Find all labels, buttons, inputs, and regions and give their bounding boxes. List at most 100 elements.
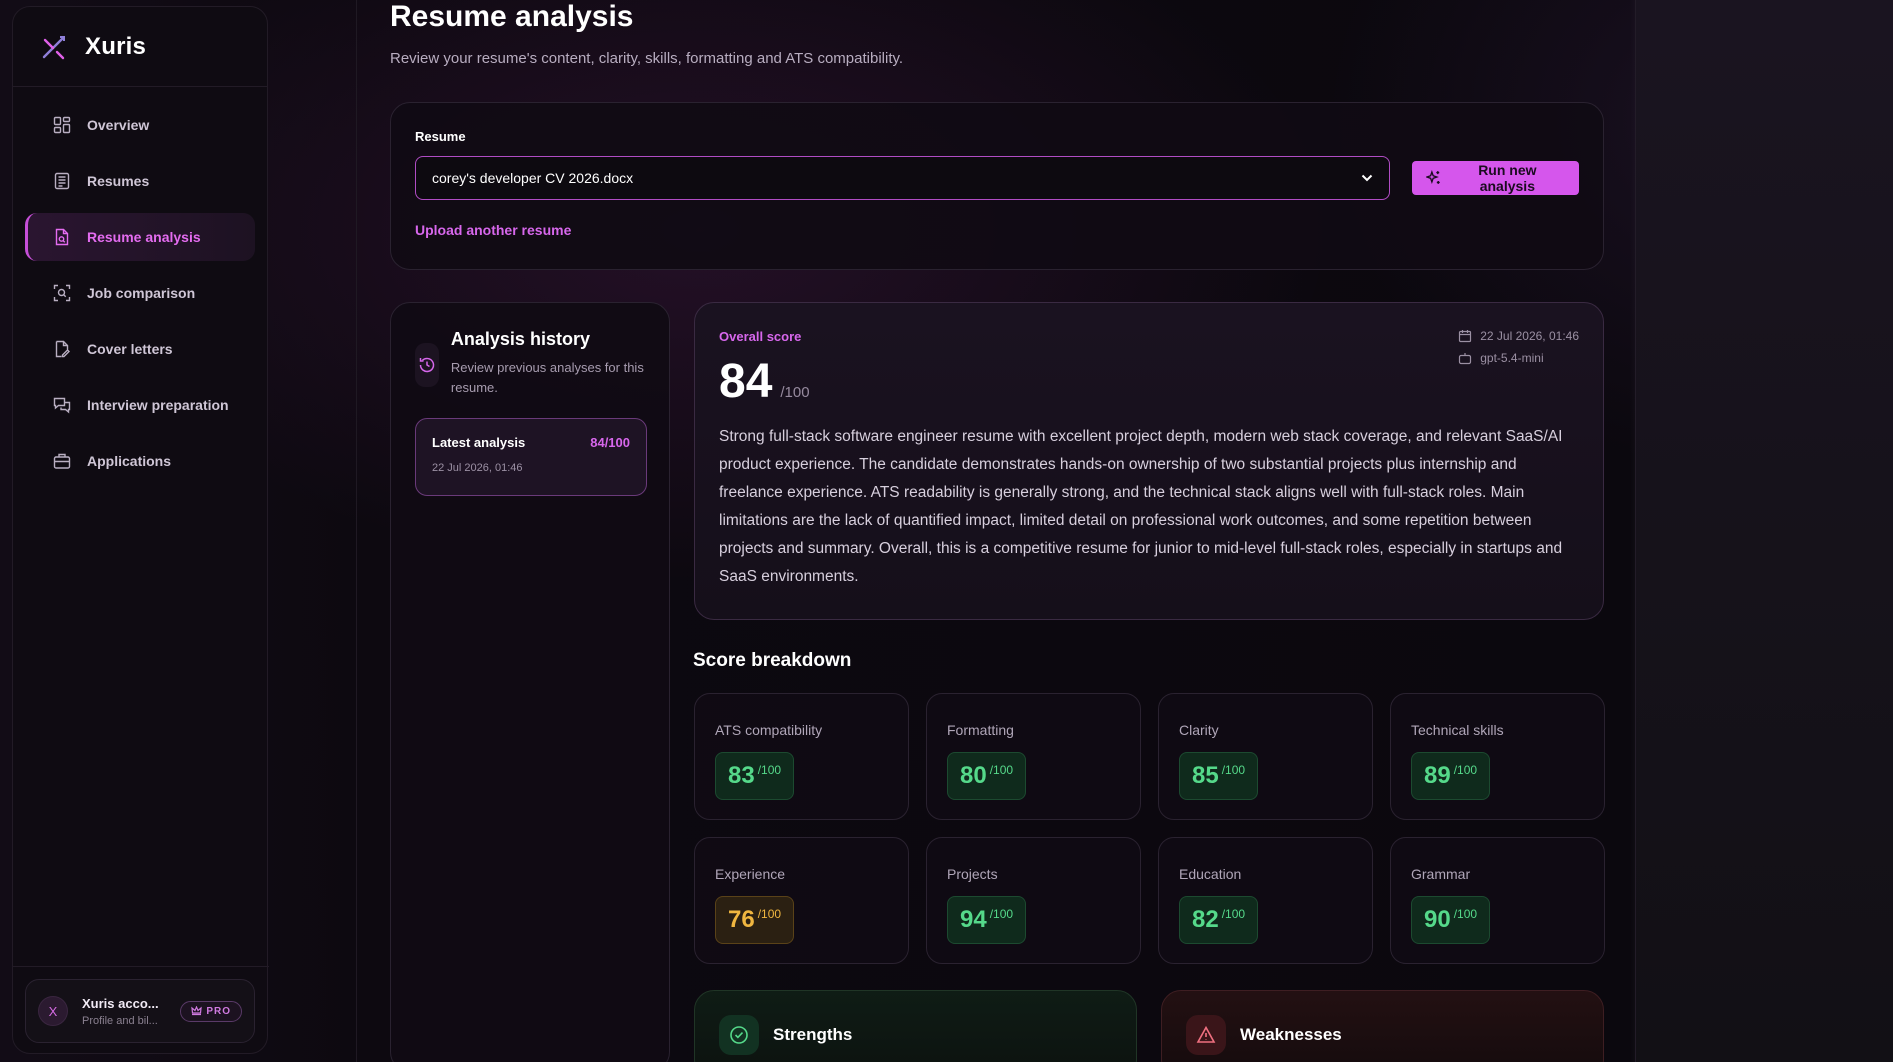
- score-pill: 83/100: [715, 752, 795, 800]
- score-card-experience: Experience 76/100: [694, 837, 909, 964]
- select-row: corey's developer CV 2026.docx Run new a…: [415, 156, 1579, 200]
- resume-label: Resume: [415, 129, 466, 144]
- score-card-label: Clarity: [1179, 722, 1219, 738]
- run-new-analysis-button[interactable]: Run new analysis: [1412, 161, 1579, 195]
- resume-select[interactable]: corey's developer CV 2026.docx: [415, 156, 1391, 200]
- score-max: /100: [989, 907, 1014, 921]
- score-value: 80: [960, 762, 987, 789]
- overall-date-row: 22 Jul 2026, 01:46: [1458, 329, 1579, 343]
- overall-meta: 22 Jul 2026, 01:46 gpt-5.4-mini: [1458, 329, 1579, 373]
- pro-badge-label: PRO: [206, 1005, 231, 1017]
- overall-score-label: Overall score: [719, 329, 802, 344]
- history-item-row: Latest analysis 84/100: [432, 435, 630, 450]
- upload-another-resume-link[interactable]: Upload another resume: [415, 222, 571, 238]
- score-card-label: ATS compatibility: [715, 722, 823, 738]
- score-card-label: Formatting: [947, 722, 1014, 738]
- account-name: Xuris acco...: [82, 995, 159, 1011]
- analysis-history-card: Analysis history Review previous analyse…: [390, 302, 670, 1062]
- score-pill: 89/100: [1411, 752, 1491, 800]
- sidebar-item-resume-analysis[interactable]: Resume analysis: [25, 213, 255, 261]
- score-max: /100: [757, 907, 782, 921]
- resume-select-value: corey's developer CV 2026.docx: [432, 170, 634, 186]
- score-value: 83: [728, 762, 755, 789]
- score-value: 82: [1192, 906, 1219, 933]
- score-pill: 82/100: [1179, 896, 1259, 944]
- account-subtitle: Profile and bil...: [82, 1014, 158, 1027]
- score-max: /100: [757, 763, 782, 777]
- account-button[interactable]: X Xuris acco... Profile and bil... PRO: [25, 979, 255, 1043]
- score-card-formatting: Formatting 80/100: [926, 693, 1141, 820]
- overall-model-row: gpt-5.4-mini: [1458, 351, 1579, 365]
- document-search-icon: [53, 228, 71, 246]
- brand-name: Xuris: [85, 32, 147, 60]
- sidebar-item-label: Resume analysis: [87, 229, 201, 245]
- account-text: Xuris acco... Profile and bil...: [82, 996, 180, 1027]
- avatar: X: [38, 996, 68, 1026]
- score-max: /100: [1221, 763, 1246, 777]
- score-value: 76: [728, 906, 755, 933]
- main-content: Resume analysis Review your resume's con…: [390, 0, 1605, 1062]
- score-value: 90: [1424, 906, 1451, 933]
- score-card-label: Technical skills: [1411, 722, 1504, 738]
- history-item-score: 84/100: [590, 435, 630, 450]
- chat-icon: [53, 396, 71, 414]
- weaknesses-card: Weaknesses: [1161, 990, 1604, 1062]
- score-breakdown-title: Score breakdown: [693, 650, 852, 671]
- score-pill: 90/100: [1411, 896, 1491, 944]
- briefcase-icon: [53, 452, 71, 470]
- crown-icon: [191, 1006, 203, 1016]
- sidebar-item-label: Overview: [87, 117, 150, 133]
- scan-icon: [53, 284, 71, 302]
- score-card-grammar: Grammar 90/100: [1390, 837, 1605, 964]
- score-card-label: Education: [1179, 866, 1242, 882]
- score-card-label: Projects: [947, 866, 998, 882]
- score-card-technical-skills: Technical skills 89/100: [1390, 693, 1605, 820]
- overall-score-row: 84 /100: [719, 354, 1579, 409]
- page-title: Resume analysis: [390, 0, 634, 33]
- history-item-latest[interactable]: Latest analysis 84/100 22 Jul 2026, 01:4…: [415, 418, 647, 496]
- overall-summary: Strong full-stack software engineer resu…: [719, 428, 1563, 585]
- document-list-icon: [53, 172, 71, 190]
- chevron-down-icon: [1361, 174, 1373, 182]
- score-pill: 76/100: [715, 896, 795, 944]
- history-icon: [415, 343, 439, 387]
- sidebar-item-interview-preparation[interactable]: Interview preparation: [25, 381, 255, 429]
- score-max: /100: [1453, 907, 1478, 921]
- overall-date: 22 Jul 2026, 01:46: [1480, 329, 1579, 343]
- score-value: 85: [1192, 762, 1219, 789]
- score-pill: 85/100: [1179, 752, 1259, 800]
- score-value: 94: [960, 906, 987, 933]
- score-breakdown-grid: ATS compatibility 83/100 Formatting 80/1…: [694, 693, 1605, 964]
- right-panel: [1635, 0, 1893, 1062]
- pro-badge: PRO: [180, 1000, 242, 1022]
- sidebar-item-label: Applications: [87, 453, 172, 469]
- xuris-logo-icon: [42, 35, 65, 59]
- overall-score-card: Overall score 84 /100 Strong full-stack …: [694, 302, 1604, 620]
- run-new-analysis-label: Run new analysis: [1478, 162, 1537, 194]
- sidebar-item-overview[interactable]: Overview: [25, 101, 255, 149]
- history-item-date: 22 Jul 2026, 01:46: [432, 462, 523, 474]
- strengths-title: Strengths: [773, 1025, 853, 1044]
- score-card-education: Education 82/100: [1158, 837, 1373, 964]
- history-heading: Analysis history Review previous analyse…: [451, 329, 645, 398]
- score-pill: 80/100: [947, 752, 1027, 800]
- sidebar-item-job-comparison[interactable]: Job comparison: [25, 269, 255, 317]
- bot-icon: [1459, 353, 1472, 365]
- check-circle-icon: [719, 1015, 759, 1055]
- calendar-icon: [1459, 330, 1472, 343]
- score-value: 89: [1424, 762, 1451, 789]
- score-max: /100: [1221, 907, 1246, 921]
- sidebar-item-cover-letters[interactable]: Cover letters: [25, 325, 255, 373]
- sidebar-item-label: Interview preparation: [87, 397, 229, 413]
- document-edit-icon: [53, 340, 71, 358]
- history-item-name: Latest analysis: [432, 435, 526, 450]
- sidebar-item-label: Cover letters: [87, 341, 173, 357]
- history-subtitle: Review previous analyses for this resume…: [450, 360, 644, 395]
- brand[interactable]: Xuris: [13, 7, 267, 87]
- sidebar-item-resumes[interactable]: Resumes: [25, 157, 255, 205]
- sidebar-item-applications[interactable]: Applications: [25, 437, 255, 485]
- account-divider: [13, 966, 269, 967]
- sparkles-icon: [1426, 170, 1440, 184]
- sidebar-item-label: Resumes: [87, 173, 150, 189]
- score-card-projects: Projects 94/100: [926, 837, 1141, 964]
